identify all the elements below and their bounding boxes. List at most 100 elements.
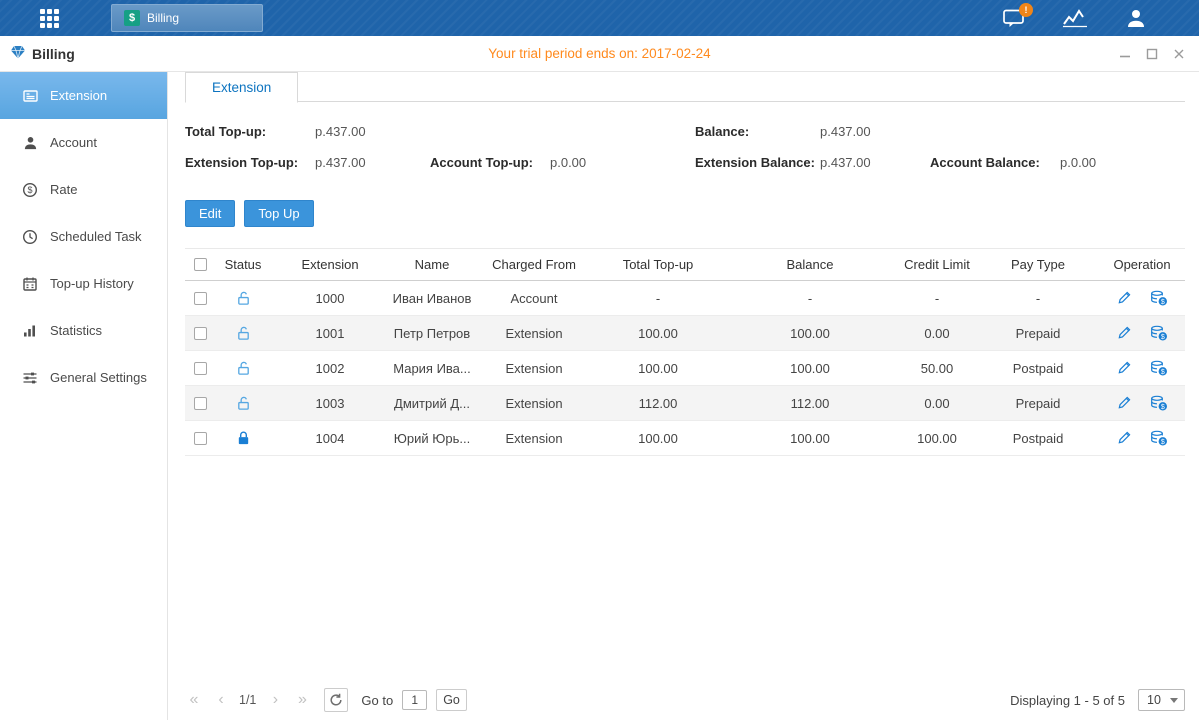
cell-name: Мария Ива...: [389, 361, 475, 376]
header-extension: Extension: [271, 257, 389, 272]
sidebar-item-topup-history[interactable]: Top-up History: [0, 260, 167, 307]
rate-icon: $: [21, 182, 39, 198]
svg-text:$: $: [1160, 369, 1164, 376]
taskbar-tab-billing[interactable]: $ Billing: [111, 4, 263, 32]
extension-balance-label: Extension Balance:: [695, 147, 820, 178]
edit-icon[interactable]: [1117, 395, 1132, 411]
close-icon[interactable]: [1173, 48, 1185, 60]
cell-pay-type: -: [977, 291, 1099, 306]
cell-pay-type: Prepaid: [977, 326, 1099, 341]
operation-cell: $: [1099, 360, 1185, 376]
row-checkbox[interactable]: [194, 432, 207, 445]
table-row: 1002 Мария Ива... Extension 100.00 100.0…: [185, 351, 1185, 386]
status-cell: [215, 395, 271, 411]
sidebar-item-label: Rate: [50, 182, 77, 197]
svg-text:$: $: [1160, 404, 1164, 411]
tab-extension[interactable]: Extension: [185, 72, 298, 103]
cell-extension: 1002: [271, 361, 389, 376]
extension-icon: [21, 88, 39, 104]
window-title-group: Billing: [0, 44, 75, 63]
topup-icon[interactable]: $: [1150, 360, 1168, 376]
row-checkbox[interactable]: [194, 292, 207, 305]
goto-page-input[interactable]: [402, 690, 427, 710]
edit-icon[interactable]: [1117, 360, 1132, 376]
select-all-checkbox[interactable]: [194, 258, 207, 271]
last-page-button[interactable]: »: [293, 691, 311, 709]
monitor-chart-icon[interactable]: [1062, 8, 1088, 28]
table-row: 1000 Иван Иванов Account - - - -: [185, 281, 1185, 316]
refresh-button[interactable]: [324, 688, 348, 712]
page-size-select[interactable]: 10: [1138, 689, 1185, 711]
sidebar-item-general-settings[interactable]: General Settings: [0, 354, 167, 401]
status-cell: [215, 325, 271, 341]
window-titlebar: Billing Your trial period ends on: 2017-…: [0, 36, 1199, 72]
cell-balance: 100.00: [723, 361, 897, 376]
sidebar-item-scheduled-task[interactable]: Scheduled Task: [0, 213, 167, 260]
header-name: Name: [389, 257, 475, 272]
topup-icon[interactable]: $: [1150, 430, 1168, 446]
cell-total-topup: 100.00: [593, 361, 723, 376]
total-topup-label: Total Top-up:: [185, 116, 315, 147]
goto-label: Go to: [361, 693, 393, 708]
maximize-icon[interactable]: [1146, 48, 1158, 60]
edit-icon[interactable]: [1117, 430, 1132, 446]
topup-icon[interactable]: $: [1150, 325, 1168, 341]
unlocked-icon: [236, 360, 251, 376]
tab-label: Extension: [212, 80, 271, 95]
page-size-value: 10: [1139, 693, 1170, 707]
pagination-right: Displaying 1 - 5 of 5 10: [1010, 689, 1185, 711]
cell-credit-limit: -: [897, 291, 977, 306]
row-checkbox[interactable]: [194, 397, 207, 410]
balance-value: p.437.00: [820, 116, 930, 147]
go-button[interactable]: Go: [436, 689, 467, 711]
sidebar-item-rate[interactable]: $ Rate: [0, 166, 167, 213]
sidebar-item-extension[interactable]: Extension: [0, 72, 167, 119]
edit-button[interactable]: Edit: [185, 200, 235, 227]
table-row: 1001 Петр Петров Extension 100.00 100.00…: [185, 316, 1185, 351]
topup-icon[interactable]: $: [1150, 290, 1168, 306]
action-buttons: Edit Top Up: [185, 200, 1185, 227]
row-checkbox[interactable]: [194, 327, 207, 340]
first-page-button[interactable]: «: [185, 691, 203, 709]
trial-notice: Your trial period ends on: 2017-02-24: [0, 46, 1199, 61]
tab-bar: Extension: [185, 72, 1185, 102]
operation-cell: $: [1099, 430, 1185, 446]
taskbar-tab-label: Billing: [147, 11, 179, 25]
workspace: Extension Account $ Rate Scheduled Task: [0, 72, 1199, 720]
sidebar-item-label: Statistics: [50, 323, 102, 338]
prev-page-button[interactable]: ‹: [212, 691, 230, 709]
cell-charged-from: Extension: [475, 361, 593, 376]
messages-icon[interactable]: !: [1003, 9, 1025, 28]
row-checkbox[interactable]: [194, 362, 207, 375]
cell-total-topup: 112.00: [593, 396, 723, 411]
sidebar-item-statistics[interactable]: Statistics: [0, 307, 167, 354]
sliders-icon: [21, 370, 39, 386]
svg-text:$: $: [27, 185, 32, 195]
extension-topup-label: Extension Top-up:: [185, 147, 315, 178]
extension-topup-value: p.437.00: [315, 147, 430, 178]
edit-icon[interactable]: [1117, 290, 1132, 306]
topup-icon[interactable]: $: [1150, 395, 1168, 411]
status-cell: [215, 360, 271, 376]
edit-icon[interactable]: [1117, 325, 1132, 341]
top-up-button[interactable]: Top Up: [244, 200, 313, 227]
summary-panel: Total Top-up: p.437.00 Balance: p.437.00…: [185, 116, 1185, 178]
calendar-icon: [21, 276, 39, 292]
unlocked-icon: [236, 395, 251, 411]
unlocked-icon: [236, 325, 251, 341]
next-page-button[interactable]: ›: [266, 691, 284, 709]
cell-pay-type: Prepaid: [977, 396, 1099, 411]
minimize-icon[interactable]: [1119, 48, 1131, 60]
cell-balance: -: [723, 291, 897, 306]
cell-charged-from: Extension: [475, 396, 593, 411]
balance-label: Balance:: [695, 116, 820, 147]
user-icon[interactable]: [1125, 8, 1147, 28]
apps-grid-icon[interactable]: [40, 9, 59, 28]
unlocked-icon: [236, 290, 251, 306]
operation-cell: $: [1099, 325, 1185, 341]
sidebar-item-label: Account: [50, 135, 97, 150]
header-pay-type: Pay Type: [977, 257, 1099, 272]
sidebar-item-account[interactable]: Account: [0, 119, 167, 166]
total-topup-value: p.437.00: [315, 116, 430, 147]
pagination-bar: « ‹ 1/1 › » Go to Go Displaying 1 - 5 of…: [185, 688, 1185, 712]
